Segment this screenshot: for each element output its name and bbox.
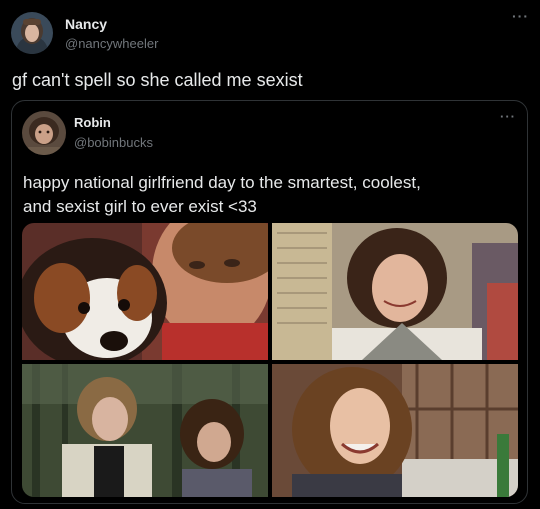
photo-forest-duo[interactable] [22, 364, 268, 497]
author-handle[interactable]: @nancywheeler [65, 36, 158, 51]
photo-dog-selfie[interactable] [22, 223, 268, 360]
more-dots-icon: ··· [512, 8, 529, 24]
quoted-tweet-text: happy national girlfriend day to the sma… [23, 171, 513, 219]
author-avatar[interactable] [11, 12, 53, 54]
author-name[interactable]: Nancy [65, 16, 107, 32]
quoted-author-avatar[interactable] [22, 111, 66, 155]
photo-smiling-portrait[interactable] [272, 364, 518, 497]
quoted-more-options-button[interactable]: ··· [500, 109, 516, 124]
tweet: Nancy @nancywheeler ··· gf can't spell s… [0, 0, 540, 509]
tweet-text: gf can't spell so she called me sexist [12, 70, 303, 90]
more-options-button[interactable]: ··· [512, 8, 529, 24]
quoted-tweet-card[interactable]: Robin @bobinbucks ··· happy national gir… [11, 100, 528, 504]
quoted-text-line-1: happy national girlfriend day to the sma… [23, 173, 421, 192]
quoted-text-line-2: and sexist girl to ever exist <33 [23, 197, 257, 216]
more-dots-icon: ··· [500, 109, 516, 124]
photo-sweater-portrait[interactable] [272, 223, 518, 360]
media-grid [22, 223, 518, 497]
quoted-author-handle[interactable]: @bobinbucks [74, 135, 153, 150]
quoted-author-name[interactable]: Robin [74, 115, 111, 130]
